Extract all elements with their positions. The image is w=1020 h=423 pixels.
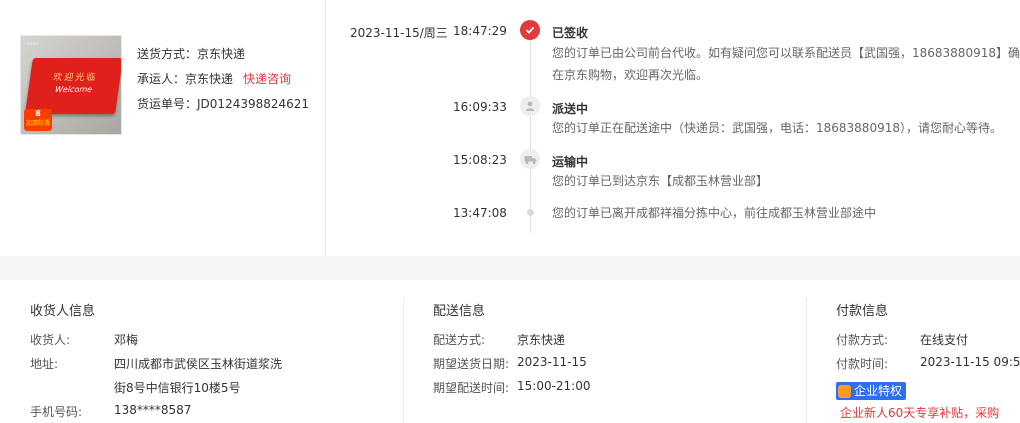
delivery-method-value: 京东快递 (197, 47, 246, 61)
badge-label: 企业特权 (854, 384, 903, 398)
courier-inquiry-link[interactable]: 快递咨询 (243, 72, 291, 86)
shipping-method-label: 配送方式: (433, 333, 486, 347)
doormat-image: 欢迎光临 Welcome (25, 58, 121, 114)
mat-text-cn: 欢迎光临 (52, 73, 98, 83)
timeline-status: 已签收 (552, 26, 589, 40)
receiver-address-line: 街8号中信银行10楼5号 (114, 381, 241, 395)
product-thumbnail[interactable]: ▭▭ 欢迎光临 Welcome 8 加厚防滑 (20, 35, 122, 135)
gift-icon (838, 384, 851, 398)
timeline-status: 运输中 (552, 155, 589, 169)
payment-time-label: 付款时间: (836, 357, 889, 371)
receiver-phone-value: 138****8587 (114, 403, 192, 417)
payment-method-value: 在线支付 (920, 333, 969, 347)
receiver-address-label: 地址: (30, 357, 59, 371)
expected-time-label: 期望配送时间: (433, 381, 510, 395)
shipping-tracking-panel: ▭▭ 欢迎光临 Welcome 8 加厚防滑 送货方式：京东快递 承运人：京东快… (0, 0, 1020, 256)
receiver-name-label: 收货人: (30, 333, 71, 347)
timeline-time: 13:47:08 (453, 206, 507, 220)
receiver-address-line: 四川成都市武侯区玉林街道浆洗 (114, 357, 283, 371)
payment-info-title: 付款信息 (836, 304, 889, 319)
promo-line-2: 加厚防滑 (25, 120, 50, 127)
courier-icon (520, 96, 540, 116)
timeline-time: 16:09:33 (453, 100, 507, 114)
promo-line-1: 8 (35, 109, 41, 118)
check-icon (520, 20, 540, 40)
carrier-value: 京东快递 (185, 72, 234, 86)
timeline-desc: 您的订单已到达京东【成都玉林营业部】 (552, 174, 769, 188)
truck-icon (520, 149, 540, 169)
timeline-desc: 您的订单正在配送途中（快递员：武国强，电话：18683880918），请您耐心等… (552, 121, 1002, 135)
brand-logo-icon: ▭▭ (27, 40, 39, 47)
receiver-info-title: 收货人信息 (30, 304, 96, 319)
carrier-row: 承运人：京东快递 快递咨询 (137, 70, 291, 87)
receiver-phone-label: 手机号码: (30, 405, 83, 419)
timeline-status: 派送中 (552, 102, 589, 116)
timeline-date: 2023-11-15/周三 (350, 26, 448, 40)
expected-date-label: 期望送货日期: (433, 357, 510, 371)
shipping-method-value: 京东快递 (517, 333, 566, 347)
timeline-time: 18:47:29 (453, 24, 507, 38)
expected-date-value: 2023-11-15 (517, 355, 587, 369)
expected-time-value: 15:00-21:00 (517, 379, 591, 393)
payment-time-value: 2023-11-15 09:51: (920, 355, 1020, 369)
payment-method-label: 付款方式: (836, 333, 889, 347)
waybill-label: 货运单号： (137, 97, 198, 111)
timeline-desc: 您的订单已由公司前台代收。如有疑问您可以联系配送员【武国强，1868388091… (552, 42, 1020, 86)
carrier-label: 承运人： (137, 72, 186, 86)
enterprise-privilege-badge[interactable]: 企业特权 (836, 382, 907, 400)
waybill-number[interactable]: JD0124398824621 (197, 97, 309, 111)
timeline-desc-line: 在京东购物，欢迎再次光临。 (552, 68, 709, 82)
timeline-desc: 您的订单已离开成都祥福分拣中心，前往成都玉林营业部途中 (552, 206, 877, 220)
section-separator (0, 256, 1020, 280)
column-divider (403, 297, 404, 423)
panel-divider (325, 0, 326, 256)
delivery-method-label: 送货方式： (137, 47, 198, 61)
waybill-row: 货运单号：JD0124398824621 (137, 95, 309, 112)
timeline-line (530, 33, 531, 233)
mat-text-en: Welcome (54, 85, 93, 94)
timeline-time: 15:08:23 (453, 153, 507, 167)
enterprise-promo-link[interactable]: 企业新人60天专享补贴，采购 (840, 404, 999, 421)
column-divider (806, 297, 807, 423)
timeline-desc-line: 您的订单已由公司前台代收。如有疑问您可以联系配送员【武国强，1868388091… (552, 46, 1020, 60)
shipping-info-title: 配送信息 (433, 304, 486, 319)
promo-sticker: 8 加厚防滑 (24, 109, 52, 131)
receiver-name-value: 邓梅 (114, 333, 139, 347)
delivery-method-row: 送货方式：京东快递 (137, 45, 245, 62)
timeline-dot (527, 209, 534, 216)
